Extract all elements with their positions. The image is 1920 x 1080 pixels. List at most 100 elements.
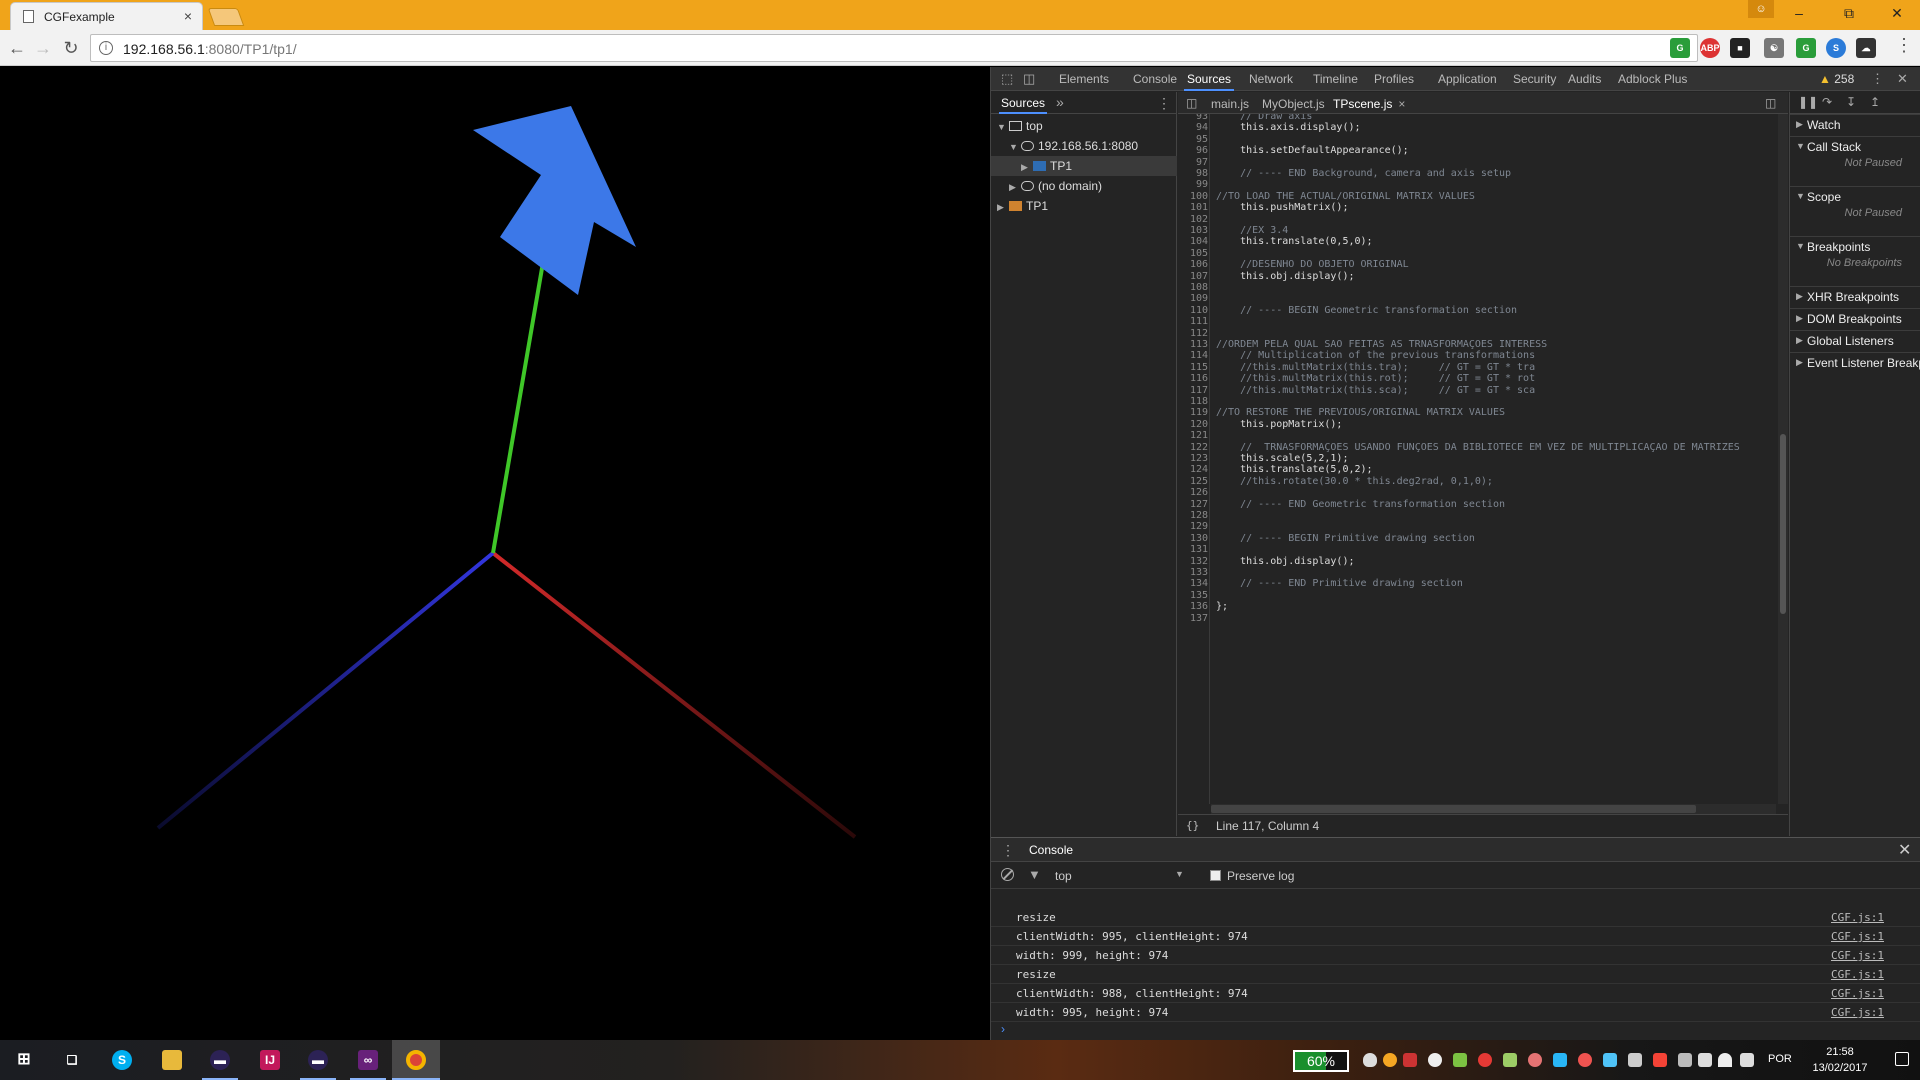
device-mode-icon[interactable]: ◫ xyxy=(1023,71,1035,87)
tray-icon[interactable] xyxy=(1403,1053,1417,1067)
inspect-icon[interactable]: ⬚ xyxy=(1001,71,1013,87)
drawer-menu-icon[interactable]: ⋮ xyxy=(1001,842,1015,859)
forward-button[interactable]: → xyxy=(32,37,54,59)
console-tab[interactable]: Console xyxy=(1029,843,1073,857)
scroll-thumb[interactable] xyxy=(1780,434,1786,614)
close-window-button[interactable]: ✕ xyxy=(1874,0,1920,26)
tray-icon[interactable] xyxy=(1603,1053,1617,1067)
collapsed-arrow-icon[interactable]: ▶ xyxy=(1009,182,1019,193)
tree-item[interactable]: ▶ TP1 xyxy=(991,156,1177,176)
tray-icon[interactable] xyxy=(1578,1053,1592,1067)
devtools-tab-sources[interactable]: Sources xyxy=(1183,72,1235,91)
console-source-link[interactable]: CGF.js:1 xyxy=(1831,968,1884,981)
console-source-link[interactable]: CGF.js:1 xyxy=(1831,987,1884,1000)
eclipse-2-button[interactable]: ▬ xyxy=(294,1040,342,1080)
clear-console-icon[interactable] xyxy=(1001,868,1014,881)
pane-breakpoints[interactable]: ▼ Breakpoints xyxy=(1790,236,1920,256)
webgl-canvas[interactable] xyxy=(0,67,990,1040)
console-source-link[interactable]: CGF.js:1 xyxy=(1831,911,1884,924)
devtools-tab-profiles[interactable]: Profiles xyxy=(1374,72,1414,86)
warning-counter[interactable]: ▲ 258 xyxy=(1819,72,1854,86)
devtools-tab-network[interactable]: Network xyxy=(1249,72,1293,86)
file-explorer-button[interactable] xyxy=(148,1040,196,1080)
tree-item[interactable]: ▶ (no domain) xyxy=(991,176,1177,196)
tree-item[interactable]: ▼ top xyxy=(991,116,1177,136)
expanded-arrow-icon[interactable]: ▼ xyxy=(997,122,1007,132)
collapsed-arrow-icon[interactable]: ▶ xyxy=(1021,162,1031,173)
toggle-debugger-icon[interactable]: ◫ xyxy=(1765,96,1776,110)
pane-call-stack[interactable]: ▼ Call Stack xyxy=(1790,136,1920,156)
editor-tab[interactable]: MyObject.js xyxy=(1262,97,1325,111)
devtools-tab-application[interactable]: Application xyxy=(1438,72,1497,86)
tray-icon[interactable] xyxy=(1698,1053,1712,1067)
devtools-tab-elements[interactable]: Elements xyxy=(1059,72,1109,86)
devtools-menu-icon[interactable]: ⋮ xyxy=(1871,71,1884,87)
tray-icon[interactable] xyxy=(1528,1053,1542,1067)
tree-item[interactable]: ▶ TP1 xyxy=(991,196,1177,216)
editor-tab[interactable]: TPscene.js × xyxy=(1333,97,1405,111)
code-area[interactable]: 93 // Draw axis 94 this.axis.display(); 95… xyxy=(1178,114,1788,804)
preserve-log-checkbox[interactable] xyxy=(1210,870,1221,881)
tray-icon[interactable] xyxy=(1628,1053,1642,1067)
close-tab-icon[interactable]: × xyxy=(1398,97,1405,111)
notification-icon[interactable] xyxy=(1895,1052,1909,1066)
language-indicator[interactable]: POR xyxy=(1768,1053,1792,1065)
step-into-icon[interactable]: ↧ xyxy=(1846,95,1856,109)
context-select[interactable]: top ▼ xyxy=(1055,869,1195,883)
new-tab-button[interactable] xyxy=(207,8,245,26)
console-source-link[interactable]: CGF.js:1 xyxy=(1831,930,1884,943)
pause-icon[interactable]: ❚❚ xyxy=(1798,95,1818,109)
tray-icon[interactable] xyxy=(1503,1053,1517,1067)
reload-button[interactable]: ↻ xyxy=(60,37,82,59)
pane-xhr-breakpoints[interactable]: ▶ XHR Breakpoints xyxy=(1790,286,1920,306)
devtools-close-icon[interactable]: ✕ xyxy=(1897,71,1908,87)
omnibox[interactable]: i 192.168.56.1:8080/TP1/tp1/ ☆ xyxy=(90,34,1698,62)
url-text[interactable]: 192.168.56.1:8080/TP1/tp1/ xyxy=(123,41,297,57)
filter-icon[interactable]: ▼ xyxy=(1028,867,1041,882)
wifi-icon[interactable] xyxy=(1718,1053,1732,1067)
vertical-scrollbar[interactable] xyxy=(1778,114,1788,804)
tray-icon[interactable] xyxy=(1363,1053,1377,1067)
expanded-arrow-icon[interactable]: ▼ xyxy=(1009,142,1019,152)
devtools-tab-console[interactable]: Console xyxy=(1133,72,1177,86)
tray-icon[interactable] xyxy=(1553,1053,1567,1067)
browser-tab[interactable]: CGFexample × xyxy=(10,2,203,30)
console-source-link[interactable]: CGF.js:1 xyxy=(1831,1006,1884,1019)
horizontal-scrollbar[interactable] xyxy=(1211,804,1776,814)
console-source-link[interactable]: CGF.js:1 xyxy=(1831,949,1884,962)
editor-tab[interactable]: main.js xyxy=(1211,97,1249,111)
drawer-close-icon[interactable]: ✕ xyxy=(1898,840,1911,860)
tray-icon[interactable] xyxy=(1428,1053,1442,1067)
minimize-button[interactable]: – xyxy=(1776,0,1822,26)
scroll-thumb[interactable] xyxy=(1211,805,1696,813)
back-button[interactable]: ← xyxy=(6,37,28,59)
toggle-navigator-icon[interactable]: ◫ xyxy=(1186,96,1197,110)
battery-indicator[interactable]: 60% xyxy=(1293,1050,1349,1072)
navigator-menu-icon[interactable]: ⋮ xyxy=(1157,95,1171,112)
more-tabs-icon[interactable]: » xyxy=(1056,94,1064,110)
clock[interactable]: 21:58 13/02/2017 xyxy=(1800,1044,1880,1076)
eclipse-button[interactable]: ▬ xyxy=(196,1040,244,1080)
pane-watch[interactable]: ▶ Watch xyxy=(1790,114,1920,134)
tray-icon[interactable] xyxy=(1453,1053,1467,1067)
tray-icon[interactable] xyxy=(1383,1053,1397,1067)
tree-item[interactable]: ▼ 192.168.56.1:8080 xyxy=(991,136,1177,156)
devtools-tab-adblock-plus[interactable]: Adblock Plus xyxy=(1618,72,1687,86)
tray-icon[interactable] xyxy=(1653,1053,1667,1067)
start-button[interactable]: ⊞ xyxy=(0,1040,48,1080)
devtools-tab-security[interactable]: Security xyxy=(1513,72,1556,86)
extension-icon[interactable]: S xyxy=(1826,38,1846,58)
extension-icon[interactable]: G xyxy=(1796,38,1816,58)
pane-global-listeners[interactable]: ▶ Global Listeners xyxy=(1790,330,1920,350)
devtools-tab-timeline[interactable]: Timeline xyxy=(1313,72,1358,86)
pane-scope[interactable]: ▼ Scope xyxy=(1790,186,1920,206)
skype-button[interactable]: S xyxy=(98,1040,146,1080)
menu-icon[interactable]: ⋮ xyxy=(1895,35,1913,56)
extension-icon[interactable]: G xyxy=(1670,38,1690,58)
intellij-button[interactable]: IJ xyxy=(246,1040,294,1080)
profile-icon[interactable]: ☺ xyxy=(1748,0,1774,18)
step-over-icon[interactable]: ↷ xyxy=(1822,95,1832,109)
extension-icon[interactable]: ■ xyxy=(1730,38,1750,58)
visual-studio-button[interactable]: ∞ xyxy=(344,1040,392,1080)
devtools-tab-audits[interactable]: Audits xyxy=(1568,72,1601,86)
